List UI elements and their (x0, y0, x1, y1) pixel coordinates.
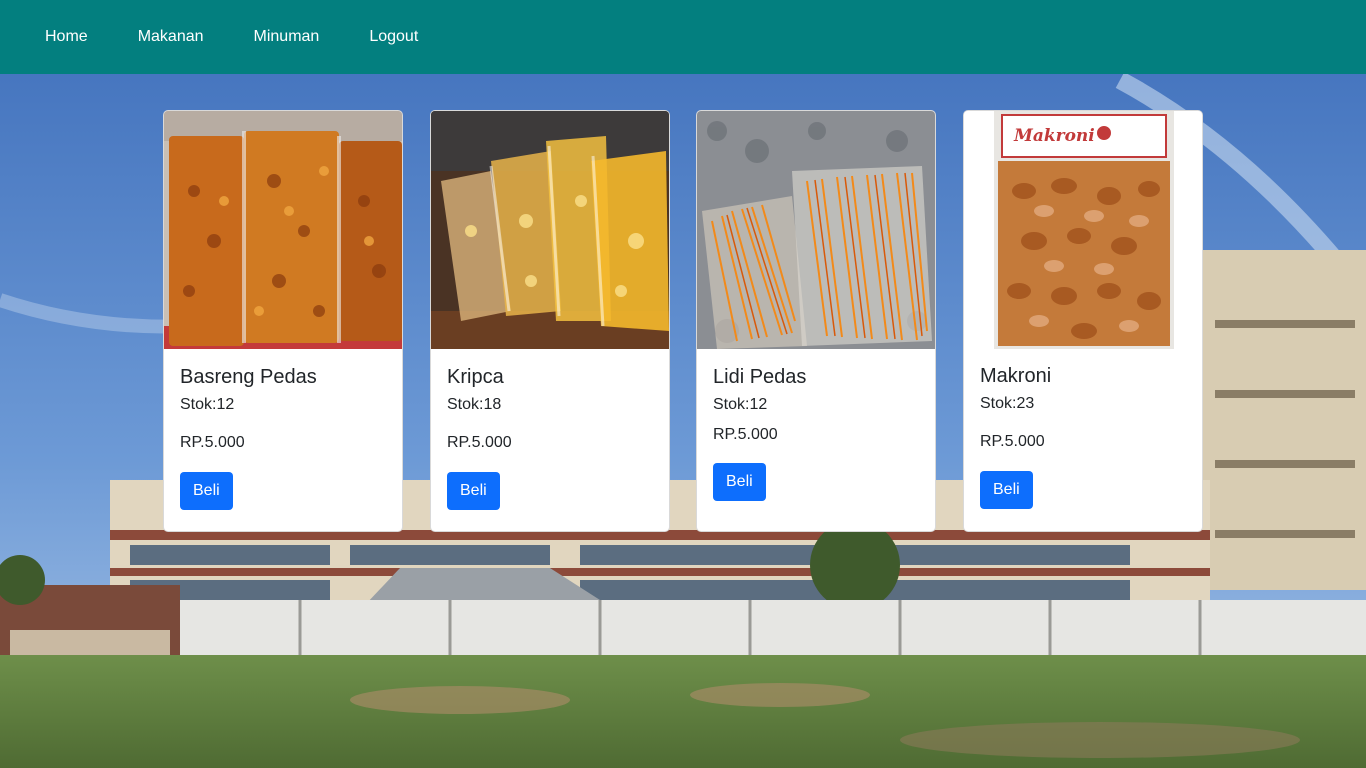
product-price: RP.5.000 (447, 434, 512, 451)
product-name: Kripca (447, 366, 504, 388)
product-price: RP.5.000 (980, 433, 1045, 450)
nav-logout-link[interactable]: Logout (369, 28, 418, 46)
makroni-package-label: Makroni (1013, 126, 1095, 146)
buy-button[interactable]: Beli (980, 471, 1033, 509)
product-price: RP.5.000 (180, 434, 245, 451)
top-navbar: Home Makanan Minuman Logout (0, 0, 1366, 74)
product-stock: Stok:12 (180, 396, 235, 413)
product-stock: Stok:18 (447, 396, 502, 413)
product-stock: Stok:23 (980, 395, 1035, 412)
product-name: Basreng Pedas (180, 366, 317, 388)
buy-button[interactable]: Beli (447, 472, 500, 510)
basreng-photo (164, 111, 402, 349)
buy-button[interactable]: Beli (713, 463, 766, 501)
nav-home-link[interactable]: Home (45, 28, 88, 46)
product-card-basreng: Basreng Pedas Stok:12 RP.5.000 Beli (163, 110, 403, 532)
product-name: Lidi Pedas (713, 366, 807, 388)
product-price: RP.5.000 (713, 426, 778, 443)
makroni-photo: Makroni (964, 111, 1202, 349)
product-stock: Stok:12 (713, 396, 768, 413)
buy-button[interactable]: Beli (180, 472, 233, 510)
nav-makanan-link[interactable]: Makanan (138, 28, 204, 46)
nav-minuman-link[interactable]: Minuman (254, 28, 320, 46)
product-name: Makroni (980, 365, 1052, 387)
product-card-lidi: Lidi Pedas Stok:12 RP.5.000 Beli (696, 110, 936, 532)
lidi-photo (697, 111, 935, 349)
product-card-kripca: Kripca Stok:18 RP.5.000 Beli (430, 110, 670, 532)
product-card-makroni: Makroni Makroni Stok:23 RP.5.000 Beli (963, 110, 1203, 532)
kripca-photo (431, 111, 669, 349)
